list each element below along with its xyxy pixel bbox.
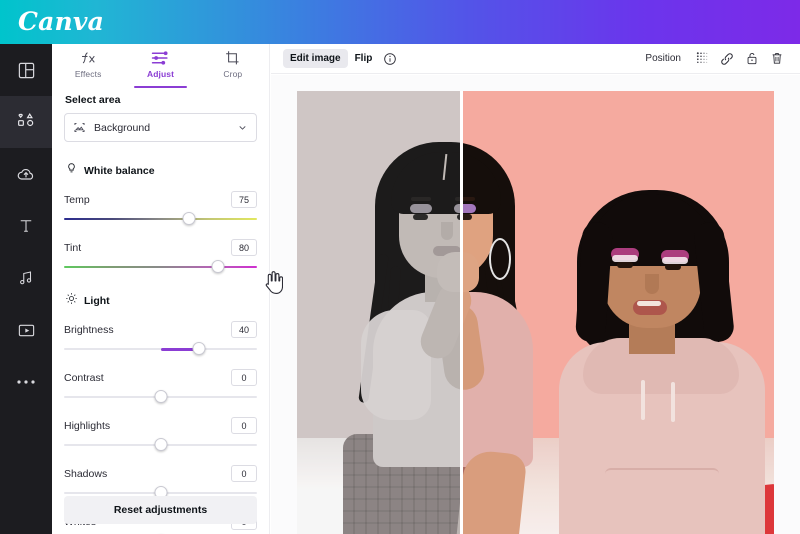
flip-button[interactable]: Flip xyxy=(348,49,380,68)
control-shadows-label: Shadows xyxy=(64,467,108,480)
control-tint-value[interactable]: 80 xyxy=(231,239,257,256)
tab-crop-label: Crop xyxy=(223,69,243,79)
chevron-down-icon xyxy=(237,122,248,133)
control-highlights-label: Highlights xyxy=(64,419,111,432)
person-left xyxy=(463,134,565,534)
sidebar-item-elements[interactable] xyxy=(0,96,52,148)
sidebar-item-text[interactable] xyxy=(0,200,52,252)
more-dots-icon xyxy=(16,379,36,385)
control-tint: Tint 80 xyxy=(64,238,257,274)
control-contrast-value[interactable]: 0 xyxy=(231,369,257,386)
tab-effects-label: Effects xyxy=(74,69,102,79)
canva-editor: Canva Effects Adjust Crop Select area Ba… xyxy=(0,0,800,534)
sidebar-item-uploads[interactable] xyxy=(0,148,52,200)
transparency-icon[interactable] xyxy=(691,48,713,70)
link-duplicate-icon[interactable] xyxy=(716,48,738,70)
slider-thumb[interactable] xyxy=(154,438,167,451)
position-button[interactable]: Position xyxy=(638,49,688,68)
tab-adjust[interactable]: Adjust xyxy=(124,46,196,88)
sidebar-item-templates[interactable] xyxy=(0,44,52,96)
slider-track xyxy=(64,266,257,268)
white-balance-title: White balance xyxy=(84,165,155,177)
control-temp-slider[interactable] xyxy=(64,212,257,226)
crop-icon xyxy=(224,49,241,66)
image-area-icon xyxy=(73,121,86,134)
slider-track xyxy=(64,218,257,220)
control-shadows-value[interactable]: 0 xyxy=(231,465,257,482)
left-nav-rail xyxy=(0,44,52,534)
slider-thumb[interactable] xyxy=(211,260,225,273)
sun-icon xyxy=(65,292,78,310)
cloud-upload-icon xyxy=(16,164,36,184)
person-left xyxy=(333,134,461,534)
control-highlights-value[interactable]: 0 xyxy=(231,417,257,434)
panel-body: Select area Background White balance Tem… xyxy=(52,84,269,534)
control-contrast: Contrast 0 xyxy=(64,368,257,404)
tab-crop[interactable]: Crop xyxy=(197,46,269,86)
select-area-label: Select area xyxy=(65,94,121,106)
slider-thumb[interactable] xyxy=(192,342,206,355)
control-temp-value[interactable]: 75 xyxy=(231,191,257,208)
edited-photo[interactable] xyxy=(297,91,774,534)
shapes-elements-icon xyxy=(16,112,36,132)
text-t-icon xyxy=(17,217,35,235)
reset-adjustments-button[interactable]: Reset adjustments xyxy=(64,496,257,524)
tab-adjust-label: Adjust xyxy=(146,69,175,79)
photo-before-half xyxy=(297,91,461,534)
sidebar-item-more[interactable] xyxy=(0,356,52,408)
photo-after-half xyxy=(463,91,774,534)
sidebar-item-audio[interactable] xyxy=(0,252,52,304)
control-contrast-slider[interactable] xyxy=(64,390,257,404)
top-gradient-bar: Canva xyxy=(0,0,800,44)
control-brightness-label: Brightness xyxy=(64,323,114,336)
mouse-cursor-hand-icon xyxy=(263,271,284,300)
photo-scene-before xyxy=(297,91,461,534)
control-tint-label: Tint xyxy=(64,241,82,254)
control-brightness-slider[interactable] xyxy=(64,342,257,356)
layout-templates-icon xyxy=(17,61,36,80)
before-after-divider[interactable] xyxy=(460,91,463,534)
fx-icon xyxy=(80,49,97,66)
slider-thumb[interactable] xyxy=(182,212,196,225)
adjust-panel: Effects Adjust Crop Select area Backgrou… xyxy=(52,44,284,534)
panel-tabs: Effects Adjust Crop xyxy=(52,44,269,88)
photo-scene-after xyxy=(463,91,774,534)
control-shadows: Shadows 0 xyxy=(64,464,257,500)
tab-effects[interactable]: Effects xyxy=(52,46,124,86)
control-highlights-slider[interactable] xyxy=(64,438,257,452)
video-play-icon xyxy=(17,321,36,340)
light-header: Light xyxy=(65,292,257,310)
control-brightness: Brightness 40 xyxy=(64,320,257,356)
control-brightness-value[interactable]: 40 xyxy=(231,321,257,338)
control-temp: Temp 75 xyxy=(64,190,257,226)
light-title: Light xyxy=(84,295,110,307)
trash-icon[interactable] xyxy=(766,48,788,70)
music-note-icon xyxy=(17,269,35,287)
control-temp-label: Temp xyxy=(64,193,90,206)
info-circle-icon[interactable] xyxy=(379,48,401,70)
control-highlights: Highlights 0 xyxy=(64,416,257,452)
edit-image-button[interactable]: Edit image xyxy=(283,49,348,68)
slider-thumb[interactable] xyxy=(154,390,167,403)
person-right xyxy=(559,182,774,534)
canvas-area[interactable] xyxy=(271,75,800,534)
white-balance-header: White balance xyxy=(65,162,257,180)
toolbar-right-group: Position xyxy=(638,48,788,70)
sidebar-item-video[interactable] xyxy=(0,304,52,356)
control-tint-slider[interactable] xyxy=(64,260,257,274)
canva-logo[interactable]: Canva xyxy=(18,9,104,35)
lightbulb-icon xyxy=(65,162,78,180)
control-contrast-label: Contrast xyxy=(64,371,104,384)
sliders-icon xyxy=(151,49,170,66)
editor-toolbar: Edit image Flip Position xyxy=(271,44,800,74)
select-area-dropdown[interactable]: Background xyxy=(64,113,257,142)
lock-icon[interactable] xyxy=(741,48,763,70)
select-area-value: Background xyxy=(94,121,151,134)
